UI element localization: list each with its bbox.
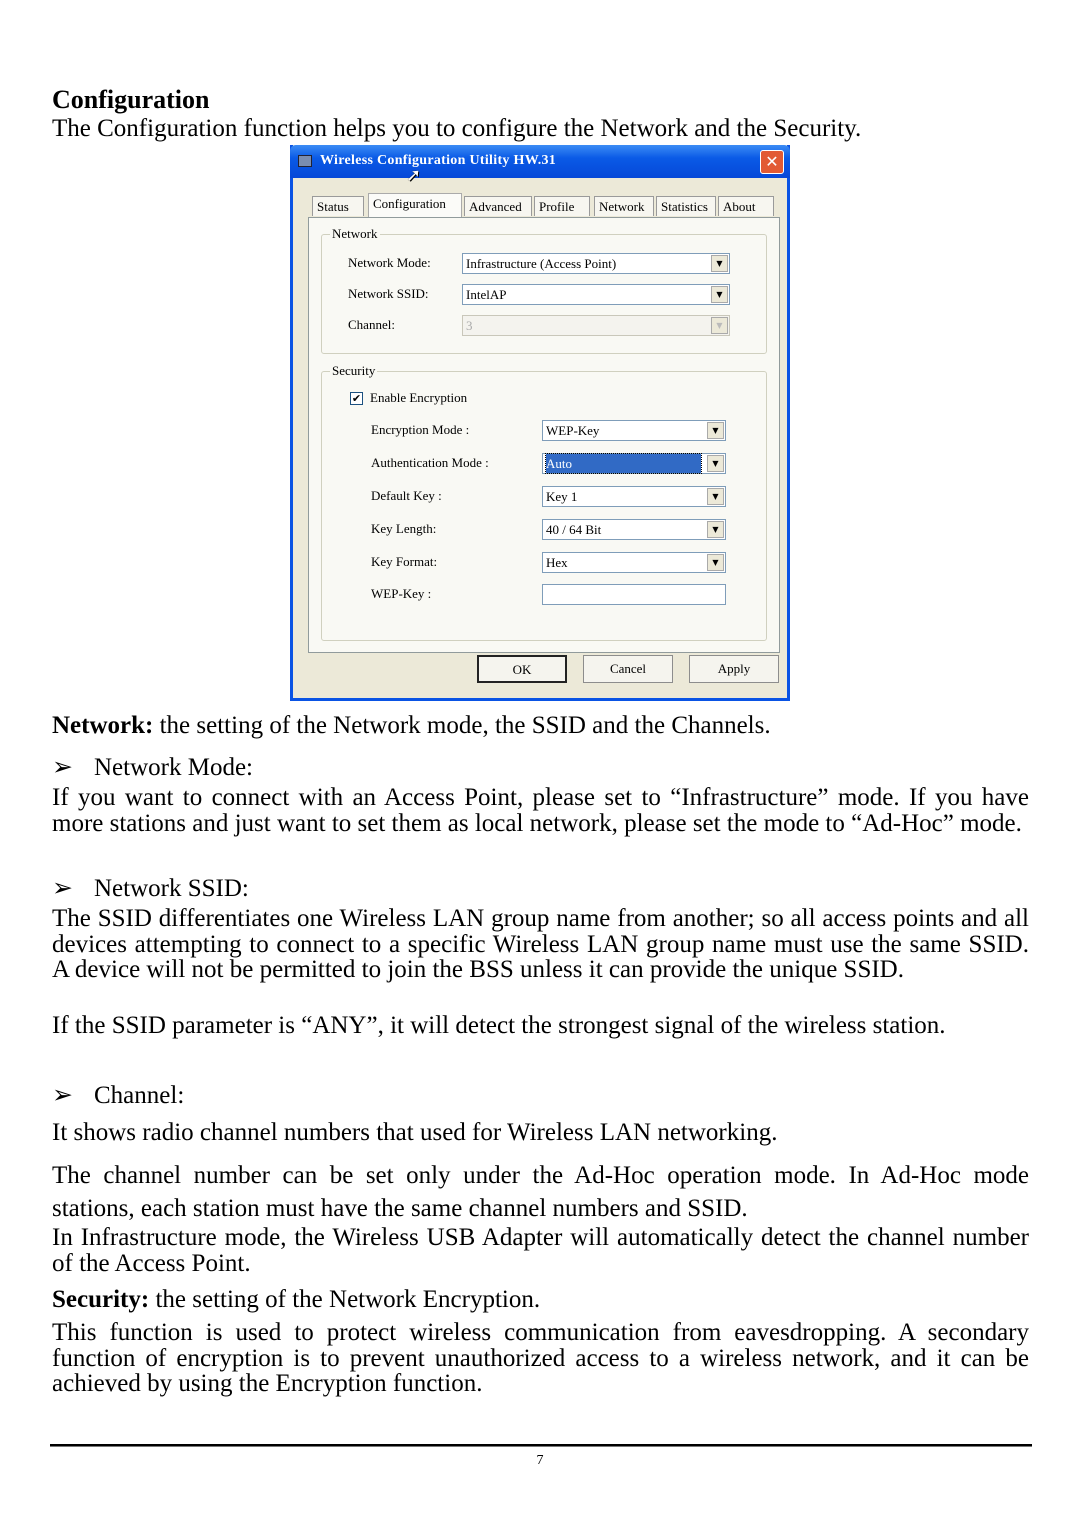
- network-mode-select[interactable]: Infrastructure (Access Point) ▼: [462, 253, 730, 274]
- security-group: Security ✔ Enable Encryption Encryption …: [321, 363, 767, 641]
- bullet-network-ssid: ➢ Network SSID:: [52, 873, 249, 903]
- close-button[interactable]: ✕: [760, 150, 784, 174]
- tab-advanced[interactable]: Advanced: [464, 196, 532, 216]
- app-icon: [298, 155, 312, 167]
- security-label: Security:: [52, 1286, 150, 1313]
- enable-encryption-checkbox[interactable]: ✔: [350, 392, 363, 405]
- wep-key-label: WEP-Key :: [371, 586, 432, 601]
- security-section-text: Security: the setting of the Network Enc…: [52, 1287, 1029, 1313]
- wep-key-input[interactable]: [542, 584, 726, 605]
- chevron-down-icon[interactable]: ▼: [711, 286, 728, 303]
- dialog-title: Wireless Configuration Utility HW.31: [320, 153, 557, 168]
- channel-select: 3 ▼: [462, 315, 730, 336]
- chevron-down-icon[interactable]: ▼: [707, 488, 724, 505]
- wireless-config-dialog: Wireless Configuration Utility HW.31 ➚ ✕…: [290, 145, 790, 701]
- network-group-legend: Network: [330, 226, 380, 242]
- footer-divider: [50, 1444, 1032, 1447]
- encryption-mode-select[interactable]: WEP-Key ▼: [542, 420, 726, 441]
- tab-network[interactable]: Network: [594, 196, 654, 216]
- intro-text: The Configuration function helps you to …: [52, 115, 862, 142]
- channel-value: 3: [466, 318, 473, 333]
- enable-encryption-label: Enable Encryption: [370, 390, 468, 405]
- network-section-text: Network: the setting of the Network mode…: [52, 713, 1029, 739]
- chevron-down-icon: ▼: [711, 317, 728, 334]
- network-mode-paragraph: If you want to connect with an Access Po…: [52, 784, 1029, 837]
- channel-paragraph-2: The channel number can be set only under…: [52, 1162, 1029, 1222]
- security-description: the setting of the Network Encryption.: [149, 1286, 541, 1313]
- key-length-select[interactable]: 40 / 64 Bit ▼: [542, 519, 726, 540]
- check-icon: ✔: [351, 392, 362, 405]
- title-bar[interactable]: Wireless Configuration Utility HW.31 ➚ ✕: [290, 145, 790, 185]
- chevron-down-icon[interactable]: ▼: [707, 554, 724, 571]
- tab-profile[interactable]: Profile: [534, 196, 590, 216]
- close-icon: ✕: [765, 152, 779, 171]
- security-group-legend: Security: [330, 363, 378, 379]
- key-length-label: Key Length:: [371, 521, 437, 536]
- ssid-paragraph-1: The SSID differentiates one Wireless LAN…: [52, 905, 1029, 983]
- default-key-value: Key 1: [546, 489, 578, 504]
- network-label: Network:: [52, 712, 154, 739]
- arrow-bullet-icon: ➢: [52, 1082, 73, 1109]
- configuration-panel: Network Network Mode: Infrastructure (Ac…: [308, 217, 780, 653]
- ok-button[interactable]: OK: [477, 655, 567, 683]
- security-paragraph: This function is used to protect wireles…: [52, 1319, 1029, 1397]
- chevron-down-icon[interactable]: ▼: [707, 521, 724, 538]
- apply-button[interactable]: Apply: [689, 655, 779, 683]
- network-group: Network Network Mode: Infrastructure (Ac…: [321, 226, 767, 354]
- network-description: the setting of the Network mode, the SSI…: [153, 712, 771, 739]
- arrow-bullet-icon: ➢: [52, 754, 73, 781]
- auth-mode-label: Authentication Mode :: [371, 455, 489, 470]
- tab-configuration[interactable]: Configuration: [368, 193, 462, 218]
- bullet-label: Network SSID:: [94, 875, 249, 902]
- channel-paragraph-1: It shows radio channel numbers that used…: [52, 1119, 778, 1146]
- cancel-button[interactable]: Cancel: [583, 655, 673, 683]
- key-format-value: Hex: [546, 555, 568, 570]
- section-heading: Configuration: [52, 85, 210, 114]
- tab-status[interactable]: Status: [312, 196, 364, 216]
- network-ssid-label: Network SSID:: [348, 286, 429, 301]
- ssid-paragraph-2: If the SSID parameter is “ANY”, it will …: [52, 1012, 946, 1039]
- key-format-select[interactable]: Hex ▼: [542, 552, 726, 573]
- bullet-network-mode: ➢ Network Mode:: [52, 752, 253, 782]
- bullet-channel: ➢ Channel:: [52, 1080, 184, 1110]
- network-ssid-value: IntelAP: [466, 287, 507, 302]
- channel-label: Channel:: [348, 317, 395, 332]
- bullet-label: Channel:: [94, 1082, 185, 1109]
- chevron-down-icon[interactable]: ▼: [707, 422, 724, 439]
- encryption-mode-label: Encryption Mode :: [371, 422, 470, 437]
- tab-about[interactable]: About: [718, 196, 774, 216]
- key-format-label: Key Format:: [371, 554, 438, 569]
- encryption-mode-value: WEP-Key: [546, 423, 600, 438]
- chevron-down-icon[interactable]: ▼: [711, 255, 728, 272]
- default-key-select[interactable]: Key 1 ▼: [542, 486, 726, 507]
- default-key-label: Default Key :: [371, 488, 442, 503]
- network-ssid-select[interactable]: IntelAP ▼: [462, 284, 730, 305]
- tab-statistics[interactable]: Statistics: [656, 196, 716, 216]
- chevron-down-icon[interactable]: ▼: [707, 455, 724, 472]
- auth-mode-value: Auto: [545, 453, 702, 474]
- arrow-bullet-icon: ➢: [52, 875, 73, 902]
- channel-paragraph-3: In Infrastructure mode, the Wireless USB…: [52, 1224, 1029, 1277]
- network-mode-label: Network Mode:: [348, 255, 431, 270]
- mouse-cursor-icon: ➚: [406, 165, 422, 185]
- key-length-value: 40 / 64 Bit: [546, 522, 602, 537]
- auth-mode-select[interactable]: Auto ▼: [542, 453, 726, 474]
- network-mode-value: Infrastructure (Access Point): [466, 256, 617, 271]
- bullet-label: Network Mode:: [94, 754, 253, 781]
- page-number: 7: [536, 1453, 544, 1468]
